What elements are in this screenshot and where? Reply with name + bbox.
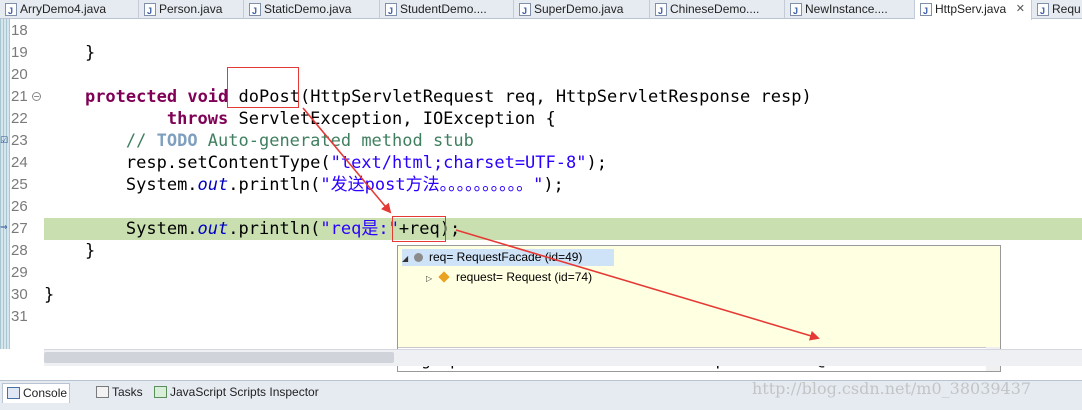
string-literal: "req是:" xyxy=(320,219,399,239)
js-inspector-icon xyxy=(154,386,167,398)
collapsed-arrow-icon[interactable]: ▷ xyxy=(426,270,438,287)
tab-arrydemo4[interactable]: ArryDemo4.java xyxy=(0,0,139,19)
task-marker-icon[interactable]: ☑ xyxy=(0,136,8,146)
line-number: 28 xyxy=(11,242,28,259)
java-file-icon xyxy=(385,2,397,19)
keyword: protected xyxy=(84,87,178,107)
line-number: 23 xyxy=(11,132,28,149)
variable-label: request= Request (id=74) xyxy=(456,270,593,284)
tab-superdemo[interactable]: SuperDemo.java xyxy=(514,0,650,19)
code-line: } xyxy=(44,43,96,63)
tasks-icon xyxy=(96,386,109,398)
field-icon xyxy=(438,271,450,283)
string-literal: "发送post方法。。。。。。。。。。" xyxy=(320,175,544,195)
java-file-icon xyxy=(1037,2,1049,19)
tab-studentdemo[interactable]: StudentDemo.... xyxy=(380,0,514,19)
code-text: .println( xyxy=(228,175,321,195)
variable-tree-child[interactable]: ▷ request= Request (id=74) xyxy=(426,269,592,286)
code-line: resp.setContentType("text/html;charset=U… xyxy=(44,152,1082,174)
current-debug-line: System.out.println("req是:"+req); xyxy=(44,218,1082,240)
line-number: 30 xyxy=(11,286,28,303)
tab-label: StudentDemo.... xyxy=(400,2,487,16)
line-number: 22 xyxy=(11,110,28,127)
tab-label: Person.java xyxy=(159,2,223,16)
scrollbar-thumb[interactable] xyxy=(44,352,394,363)
expanded-arrow-icon[interactable]: ◢ xyxy=(402,250,414,267)
tab-chinesedemo[interactable]: ChineseDemo.... xyxy=(650,0,785,19)
tab-staticdemo[interactable]: StaticDemo.java xyxy=(244,0,380,19)
watermark: http://blog.csdn.net/m0_38039437 xyxy=(752,379,1032,398)
code-text: System. xyxy=(125,175,198,195)
code-text: ); xyxy=(543,175,564,195)
java-file-icon xyxy=(249,2,261,19)
java-file-icon xyxy=(144,2,156,19)
annotation-box-dopost xyxy=(227,67,299,108)
tab-label: ChineseDemo.... xyxy=(670,2,760,16)
static-field: out xyxy=(197,175,229,195)
line-number: 21 xyxy=(11,88,28,105)
tab-label: Requ xyxy=(1052,2,1081,16)
code-text: resp.setContentType( xyxy=(125,153,331,173)
tab-tasks[interactable]: Tasks xyxy=(92,383,150,403)
static-field: out xyxy=(197,219,229,239)
console-icon xyxy=(7,387,20,399)
breakpoint-arrow-icon[interactable]: ⇒ xyxy=(0,223,8,233)
code-line: protected void doPost(HttpServletRequest… xyxy=(44,86,1082,108)
editor-horizontal-scrollbar[interactable] xyxy=(44,349,1082,366)
code-line: // TODO Auto-generated method stub xyxy=(44,130,1082,152)
code-text: .println( xyxy=(228,219,321,239)
tab-label: StaticDemo.java xyxy=(264,2,352,16)
line-number: 29 xyxy=(11,264,28,281)
tab-newinstance[interactable]: NewInstance.... xyxy=(785,0,915,19)
code-line: throws ServletException, IOException { xyxy=(44,108,1082,130)
comment: Auto-generated method stub xyxy=(197,131,474,151)
tab-label: HttpServ.java xyxy=(935,2,1007,16)
object-icon xyxy=(414,253,423,262)
java-file-icon xyxy=(920,2,932,20)
line-number: 18 xyxy=(11,22,28,39)
line-number: 31 xyxy=(11,308,28,325)
tab-label: NewInstance.... xyxy=(805,2,888,16)
keyword: throws xyxy=(166,109,229,129)
editor-tab-bar: ArryDemo4.java Person.java StaticDemo.ja… xyxy=(0,0,1082,20)
variable-tree-root[interactable]: ◢ req= RequestFacade (id=49) xyxy=(402,249,614,266)
keyword: void xyxy=(187,87,229,107)
tab-label: Console xyxy=(23,386,68,400)
tab-js-inspector[interactable]: JavaScript Scripts Inspector xyxy=(150,383,330,403)
code-text: ServletException, IOException { xyxy=(228,109,556,129)
line-number: 24 xyxy=(11,154,28,171)
string-literal: "text/html;charset=UTF-8" xyxy=(330,153,587,173)
todo-tag: TODO xyxy=(156,131,198,151)
code-text: ); xyxy=(586,153,607,173)
close-icon[interactable]: ✕ xyxy=(1016,0,1025,18)
line-number: 25 xyxy=(11,176,28,193)
tab-label: Tasks xyxy=(112,385,143,399)
tab-person[interactable]: Person.java xyxy=(139,0,244,19)
java-file-icon xyxy=(790,2,802,19)
comment: // xyxy=(125,131,157,151)
line-number: 27 xyxy=(11,220,28,237)
code-text: (HttpServletRequest req, HttpServletResp… xyxy=(299,87,812,107)
java-file-icon xyxy=(655,2,667,19)
code-text: System. xyxy=(125,219,198,239)
line-number: 20 xyxy=(11,66,28,83)
line-number: 26 xyxy=(11,198,28,215)
code-line: System.out.println("发送post方法。。。。。。。。。。")… xyxy=(44,174,1082,196)
java-file-icon xyxy=(5,2,17,19)
java-file-icon xyxy=(519,2,531,19)
tab-label: SuperDemo.java xyxy=(534,2,624,16)
annotation-box-req xyxy=(392,216,446,242)
tab-console[interactable]: Console xyxy=(2,383,70,403)
tab-request[interactable]: Requ xyxy=(1032,0,1082,19)
tab-label: JavaScript Scripts Inspector xyxy=(170,385,319,399)
tab-httpserv[interactable]: HttpServ.java ✕ xyxy=(915,0,1032,20)
tab-label: ArryDemo4.java xyxy=(20,2,107,16)
fold-toggle-icon[interactable]: − xyxy=(32,92,41,101)
variable-label: req= RequestFacade (id=49) xyxy=(429,250,583,264)
overview-ruler xyxy=(0,19,10,349)
line-number: 19 xyxy=(11,44,28,61)
